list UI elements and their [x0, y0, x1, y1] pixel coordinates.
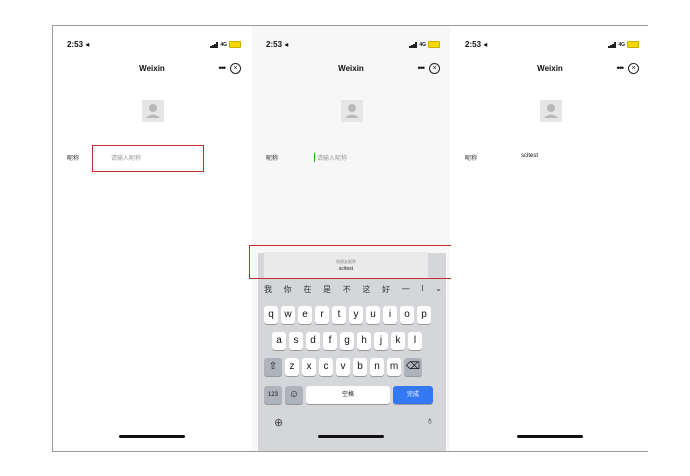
key[interactable]: g [340, 332, 354, 350]
highlight-box [92, 145, 204, 172]
network-label: 4G [419, 41, 426, 48]
user-silhouette-icon [345, 104, 359, 118]
emoji-icon[interactable]: ☺ [285, 386, 303, 404]
key[interactable]: q [264, 306, 278, 324]
key[interactable]: j [374, 332, 388, 350]
more-icon[interactable]: ••• [219, 63, 227, 73]
home-indicator [318, 435, 384, 438]
space-key[interactable]: 空格 [306, 386, 390, 404]
candidate-item[interactable]: 不 [343, 284, 351, 298]
key[interactable]: u [366, 306, 380, 324]
user-silhouette-icon [544, 104, 558, 118]
status-bar: 2:53 ◂ 4G [67, 40, 241, 52]
phone-screen-2: 2:53 ◂ 4G Weixin ••• × 昵称 请输入昵称 和朋友昵称 sc… [249, 26, 458, 451]
keyboard-row-2: a s d f g h j k l [272, 332, 422, 350]
network-label: 4G [618, 41, 625, 48]
key[interactable]: e [298, 306, 312, 324]
user-silhouette-icon [146, 104, 160, 118]
key[interactable]: w [281, 306, 295, 324]
candidate-item[interactable]: I [421, 284, 423, 298]
status-time: 2:53 ◂ [67, 40, 90, 49]
key[interactable]: p [417, 306, 431, 324]
chevron-down-icon[interactable]: ⌄ [435, 284, 442, 298]
avatar[interactable] [341, 100, 363, 122]
battery-icon [428, 41, 440, 48]
nickname-label: 昵称 [266, 156, 279, 162]
shift-icon[interactable]: ⇧ [264, 358, 282, 376]
highlight-box [249, 245, 458, 279]
key[interactable]: y [349, 306, 363, 324]
home-indicator [119, 435, 185, 438]
nav-bar: Weixin ••• × [451, 61, 649, 77]
key[interactable]: x [302, 358, 316, 376]
nickname-input[interactable]: 请输入昵称 [317, 153, 347, 162]
key[interactable]: k [391, 332, 405, 350]
signal-icon [409, 41, 417, 48]
home-indicator [517, 435, 583, 438]
network-label: 4G [220, 41, 227, 48]
nickname-label: 昵称 [465, 156, 478, 162]
battery-icon [229, 41, 241, 48]
close-icon[interactable]: × [429, 63, 440, 74]
backspace-icon[interactable]: ⌫ [404, 358, 422, 376]
key[interactable]: z [285, 358, 299, 376]
status-indicators: 4G [210, 41, 241, 48]
key[interactable]: l [408, 332, 422, 350]
key[interactable]: d [306, 332, 320, 350]
keyboard-row-4: 123 ☺ 空格 完成 [264, 386, 433, 404]
key[interactable]: b [353, 358, 367, 376]
more-icon[interactable]: ••• [617, 63, 625, 73]
status-bar: 2:53 ◂ 4G [465, 40, 639, 52]
more-icon[interactable]: ••• [418, 63, 426, 73]
status-bar: 2:53 ◂ 4G [266, 40, 440, 52]
candidate-item[interactable]: 你 [284, 284, 292, 298]
keyboard-row-1: q w e r t y u i o p [264, 306, 431, 324]
candidate-bar: 我 你 在 是 不 这 好 一 I ⌄ [264, 284, 442, 298]
close-icon[interactable]: × [628, 63, 639, 74]
key[interactable]: m [387, 358, 401, 376]
candidate-item[interactable]: 我 [264, 284, 272, 298]
text-cursor [314, 153, 315, 162]
key[interactable]: o [400, 306, 414, 324]
numbers-key[interactable]: 123 [264, 386, 282, 404]
key[interactable]: v [336, 358, 350, 376]
key[interactable]: h [357, 332, 371, 350]
key[interactable]: a [272, 332, 286, 350]
signal-icon [210, 41, 218, 48]
close-icon[interactable]: × [230, 63, 241, 74]
candidate-item[interactable]: 这 [362, 284, 370, 298]
avatar[interactable] [540, 100, 562, 122]
key[interactable]: f [323, 332, 337, 350]
keyboard [258, 253, 446, 451]
status-time: 2:53 ◂ [266, 40, 289, 49]
battery-icon [627, 41, 639, 48]
status-indicators: 4G [608, 41, 639, 48]
keyboard-row-3: ⇧ z x c v b n m ⌫ [264, 358, 422, 376]
key[interactable]: n [370, 358, 384, 376]
nickname-input[interactable]: scitest [521, 153, 538, 159]
candidate-item[interactable]: 是 [323, 284, 331, 298]
candidate-item[interactable]: 好 [382, 284, 390, 298]
nav-bar: Weixin ••• × [53, 61, 251, 77]
key[interactable]: s [289, 332, 303, 350]
status-time: 2:53 ◂ [465, 40, 488, 49]
done-button[interactable]: 完成 [393, 386, 433, 404]
candidate-item[interactable]: 在 [303, 284, 311, 298]
key[interactable]: i [383, 306, 397, 324]
key[interactable]: c [319, 358, 333, 376]
candidate-item[interactable]: 一 [402, 284, 410, 298]
microphone-icon[interactable]: ♁ [426, 415, 434, 427]
status-indicators: 4G [409, 41, 440, 48]
key[interactable]: r [315, 306, 329, 324]
avatar[interactable] [142, 100, 164, 122]
phone-screen-1: 2:53 ◂ 4G Weixin ••• × 昵称 请输入昵称 [53, 26, 251, 451]
key[interactable]: t [332, 306, 346, 324]
nav-bar: Weixin ••• × [252, 61, 450, 77]
signal-icon [608, 41, 616, 48]
globe-icon[interactable]: ⊕ [274, 416, 283, 429]
nickname-label: 昵称 [67, 156, 80, 162]
screenshot-frame: 2:53 ◂ 4G Weixin ••• × 昵称 请输入昵称 2:53 ◂ 4… [52, 25, 649, 452]
phone-screen-3: 2:53 ◂ 4G Weixin ••• × 昵称 scitest [451, 26, 649, 451]
